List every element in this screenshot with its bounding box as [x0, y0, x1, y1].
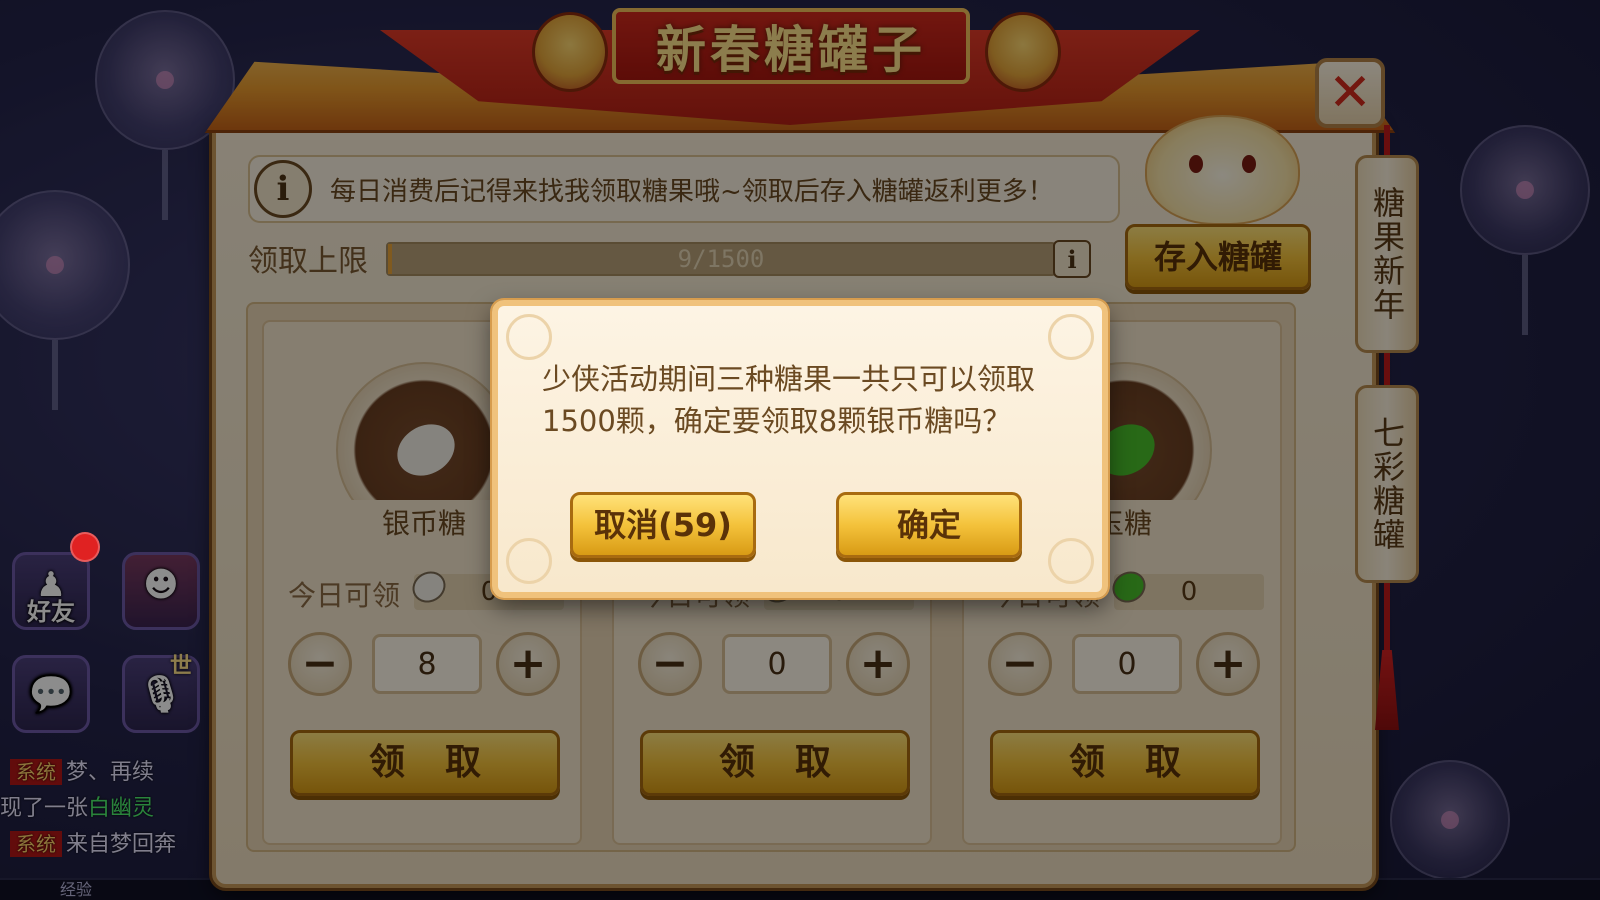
confirm-button[interactable]: 确定 — [836, 492, 1022, 558]
dialog-corner-ornament — [1048, 314, 1094, 360]
notification-dot — [70, 532, 100, 562]
confirm-dialog: 少侠活动期间三种糖果一共只可以领取1500颗，确定要领取8颗银币糖吗？ 取消(5… — [492, 300, 1108, 598]
dialog-corner-ornament — [1048, 538, 1094, 584]
dialog-message: 少侠活动期间三种糖果一共只可以领取1500颗，确定要领取8颗银币糖吗？ — [542, 362, 1036, 438]
dialog-corner-ornament — [506, 314, 552, 360]
dialog-corner-ornament — [506, 538, 552, 584]
cancel-button[interactable]: 取消(59) — [570, 492, 756, 558]
